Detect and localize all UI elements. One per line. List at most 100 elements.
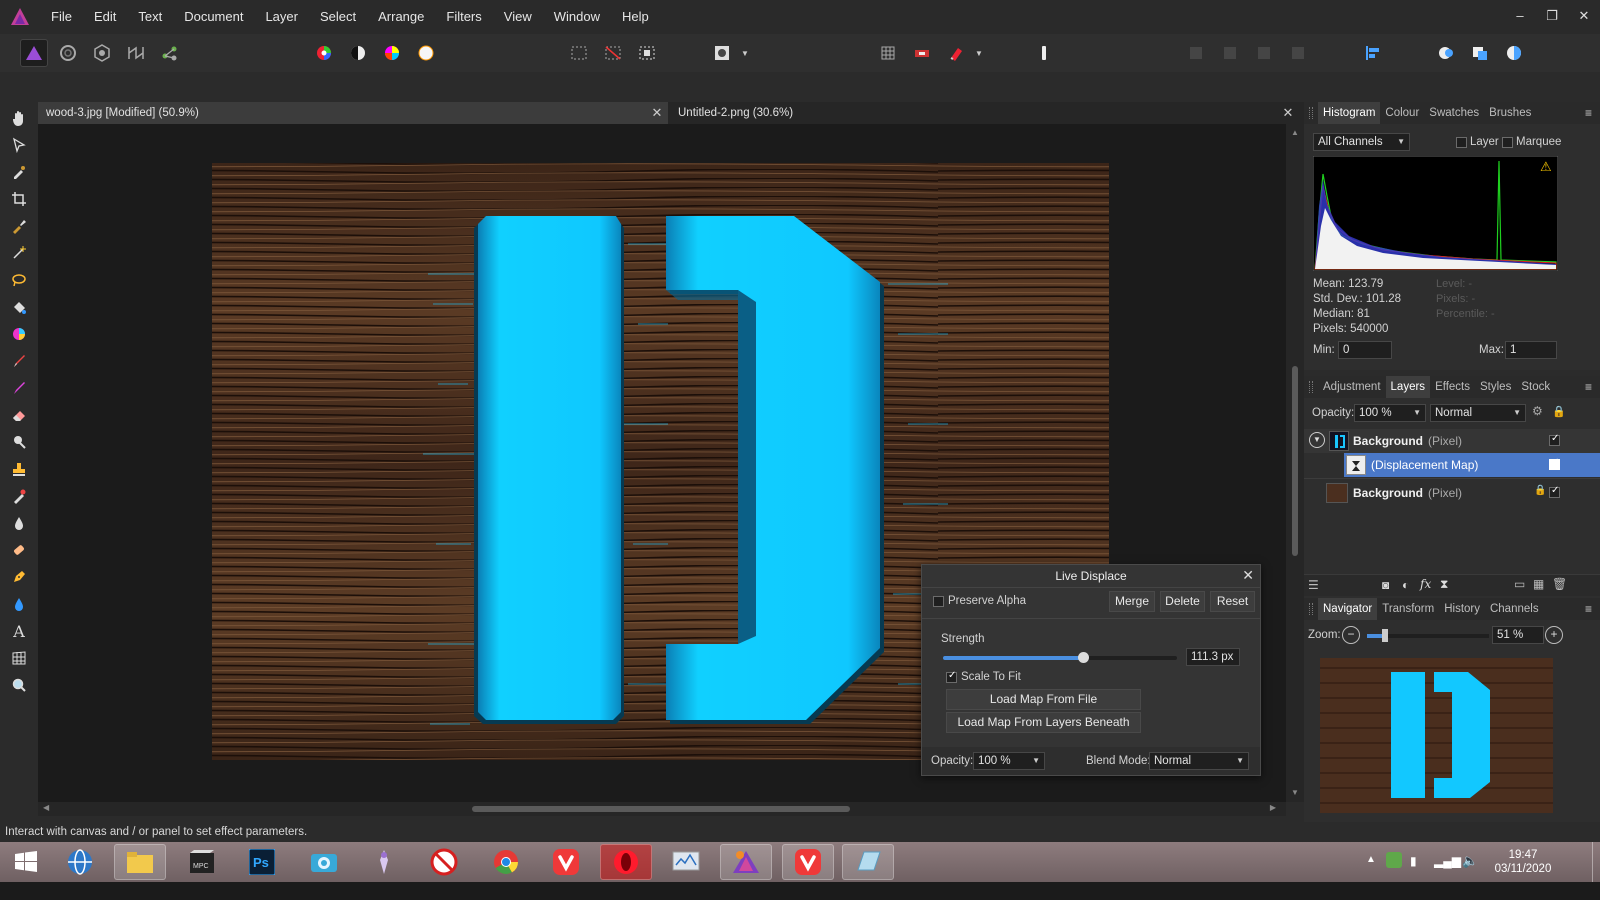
photoshop-icon[interactable]: Ps (236, 844, 288, 880)
selection-brush-tool-icon[interactable] (8, 215, 30, 237)
insert-behind-icon[interactable] (1182, 39, 1210, 67)
dialog-opacity-dropdown[interactable]: 100 % ▼ (973, 752, 1045, 770)
layer-visibility-checkbox[interactable] (1549, 433, 1560, 446)
lock-icon[interactable]: 🔒 (1552, 405, 1566, 418)
layer-visibility-checkbox[interactable] (1549, 457, 1560, 470)
layer-blend-dropdown[interactable]: Normal ▼ (1430, 404, 1526, 422)
menu-text[interactable]: Text (127, 0, 173, 34)
network-signal-icon[interactable]: ▂▄▆ (1434, 854, 1461, 868)
app-figure-icon[interactable] (358, 844, 410, 880)
sharpen-tool-icon[interactable] (8, 593, 30, 615)
invert-selection-icon[interactable] (633, 39, 661, 67)
scroll-up-icon[interactable]: ▲ (1291, 128, 1299, 137)
layer-opacity-dropdown[interactable]: 100 % ▼ (1354, 404, 1426, 422)
add-pixel-layer-icon[interactable]: ▦ (1533, 577, 1544, 591)
horizontal-scrollbar[interactable]: ◀ ▶ (38, 802, 1286, 816)
scale-to-fit-checkbox[interactable] (946, 670, 957, 683)
tab-layers[interactable]: Layers (1385, 376, 1431, 398)
tab-channels[interactable]: Channels (1485, 598, 1544, 620)
menu-filters[interactable]: Filters (435, 0, 492, 34)
boolean-add-icon[interactable] (1432, 39, 1460, 67)
clone-brush-tool-icon[interactable] (8, 458, 30, 480)
mpc-be-icon[interactable]: MPC (176, 844, 228, 880)
dodge-brush-tool-icon[interactable] (8, 431, 30, 453)
reset-button[interactable]: Reset (1210, 591, 1255, 612)
navigator-preview[interactable] (1320, 658, 1553, 813)
panel-menu-icon[interactable]: ≡ (1585, 102, 1592, 124)
flood-select-tool-icon[interactable] (8, 242, 30, 264)
close-window-button[interactable]: ✕ (1568, 0, 1600, 34)
close-tab-icon[interactable]: ✕ (1280, 102, 1296, 124)
menu-edit[interactable]: Edit (83, 0, 127, 34)
volume-icon[interactable]: 🔈 (1462, 853, 1478, 869)
tray-app-icon[interactable] (1386, 852, 1402, 868)
fx-icon[interactable]: fx (1420, 577, 1431, 591)
menu-window[interactable]: Window (543, 0, 611, 34)
max-input[interactable]: 1 (1505, 341, 1557, 359)
tab-history[interactable]: History (1439, 598, 1485, 620)
affinity-photo-taskbar-icon[interactable] (720, 844, 772, 880)
panel-menu-icon[interactable]: ≡ (1585, 376, 1592, 398)
contrast-icon[interactable] (344, 39, 372, 67)
blend-mode-dropdown[interactable]: Normal ▼ (1149, 752, 1249, 770)
show-grid-icon[interactable] (874, 39, 902, 67)
menu-view[interactable]: View (493, 0, 543, 34)
scroll-left-icon[interactable]: ◀ (43, 803, 49, 812)
scroll-down-icon[interactable]: ▼ (1291, 788, 1299, 797)
mesh-warp-tool-icon[interactable] (8, 647, 30, 669)
document-tab-wood[interactable]: wood-3.jpg [Modified] (50.9%) (38, 102, 668, 124)
screenshot-tool-icon[interactable] (298, 844, 350, 880)
menu-help[interactable]: Help (611, 0, 660, 34)
smudge-brush-tool-icon[interactable] (8, 539, 30, 561)
insert-inside-icon[interactable] (1216, 39, 1244, 67)
opera-icon[interactable] (600, 844, 652, 880)
zoom-slider[interactable] (1367, 629, 1489, 642)
develop-persona-icon[interactable] (88, 39, 116, 67)
layer-visibility-checkbox[interactable] (1549, 485, 1560, 498)
close-dialog-icon[interactable]: ✕ (1242, 567, 1254, 584)
tab-adjustment[interactable]: Adjustment (1318, 376, 1386, 398)
horizontal-scroll-thumb[interactable] (472, 806, 850, 812)
pen-tool-icon[interactable] (8, 566, 30, 588)
tab-stock[interactable]: Stock (1516, 376, 1555, 398)
taskbar-clock[interactable]: 19:47 03/11/2020 (1490, 848, 1556, 876)
browser-globe-icon[interactable] (54, 844, 106, 880)
add-mask-icon[interactable]: ◙ (1382, 578, 1389, 592)
menu-select[interactable]: Select (309, 0, 367, 34)
export-persona-icon[interactable] (156, 39, 184, 67)
boolean-subtract-icon[interactable] (1466, 39, 1494, 67)
merge-button[interactable]: Merge (1109, 591, 1155, 612)
notes-app-icon[interactable] (842, 844, 894, 880)
photo-persona-icon[interactable] (20, 39, 48, 67)
insert-default-icon[interactable] (1284, 39, 1312, 67)
tab-colour[interactable]: Colour (1380, 102, 1424, 124)
show-desktop-button[interactable] (1592, 842, 1600, 882)
start-button-icon[interactable] (0, 844, 52, 880)
color-picker-tool-icon[interactable] (8, 161, 30, 183)
adjustment-icon[interactable]: ◐ (1402, 578, 1409, 592)
quick-mask-dropdown-icon[interactable]: ▼ (738, 39, 752, 67)
close-tab-icon[interactable]: ✕ (649, 102, 665, 124)
delete-layer-icon[interactable]: 🗑 (1552, 577, 1567, 591)
context-help-icon[interactable] (1030, 39, 1058, 67)
chrome-icon[interactable] (480, 844, 532, 880)
zoom-value-field[interactable]: 51 % (1492, 626, 1544, 644)
preserve-alpha-checkbox[interactable] (933, 596, 944, 607)
insert-top-icon[interactable] (1250, 39, 1278, 67)
load-map-from-file-button[interactable]: Load Map From File (946, 689, 1141, 710)
menu-layer[interactable]: Layer (254, 0, 309, 34)
channel-dropdown[interactable]: All Channels ▼ (1313, 133, 1410, 151)
tab-histogram[interactable]: Histogram (1318, 102, 1381, 124)
layer-row-selected[interactable]: (Displacement Map) (1344, 453, 1600, 477)
add-group-icon[interactable]: ▭ (1514, 577, 1525, 591)
vertical-scroll-thumb[interactable] (1292, 366, 1298, 556)
panel-menu-icon[interactable]: ≡ (1585, 598, 1592, 620)
levels-adjustment-icon[interactable] (310, 39, 338, 67)
align-icon[interactable] (1358, 39, 1386, 67)
live-filter-icon[interactable]: ⧗ (1440, 577, 1448, 592)
restore-button[interactable]: ❐ (1536, 0, 1568, 34)
marquee-selection-icon[interactable] (565, 39, 593, 67)
layer-row[interactable]: Background (Pixel) 🔒 (1304, 481, 1600, 505)
layers-stack-icon[interactable]: ☰ (1308, 578, 1319, 592)
gradient-tool-icon[interactable] (8, 323, 30, 345)
